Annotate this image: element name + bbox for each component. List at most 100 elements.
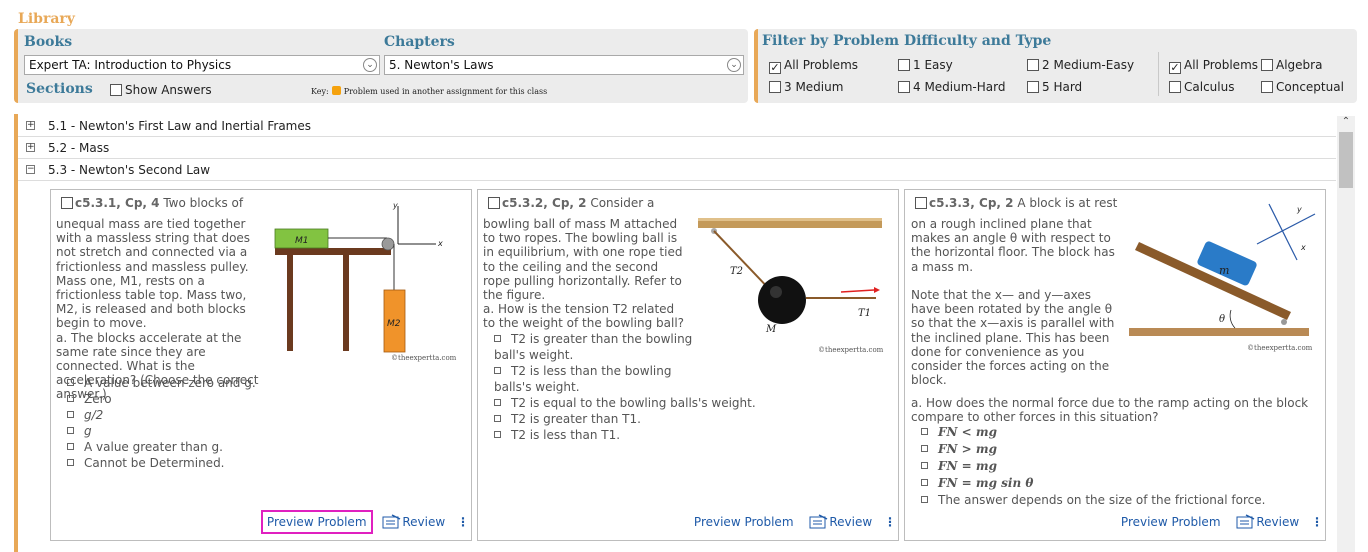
problem-question: a. How is the tension T2 related to the … — [483, 302, 685, 331]
answer-choices: FN < mg FN > mg FN = mg FN = mg sin θ Th… — [921, 424, 1265, 509]
choice-text: FN < mg — [938, 425, 997, 439]
answer-choice[interactable]: T2 is equal to the bowling balls's weigh… — [494, 395, 756, 411]
problem-select-checkbox[interactable] — [915, 197, 927, 209]
answer-choice[interactable]: A value between zero and g. — [67, 375, 256, 391]
review-link[interactable]: Review — [382, 514, 449, 529]
answer-choice[interactable]: T2 is greater than T1. — [494, 411, 754, 427]
filter-heading: Filter by Problem Difficulty and Type — [762, 33, 1052, 49]
show-answers-toggle[interactable]: Show Answers — [110, 83, 212, 97]
books-select-value: Expert TA: Introduction to Physics — [29, 58, 232, 72]
checkbox[interactable] — [1261, 81, 1273, 93]
filter-difficulty-all[interactable]: ✓ All Problems — [769, 58, 858, 74]
answer-choice[interactable]: A value greater than g. — [67, 439, 256, 455]
choice-text: T2 is less than the bowling balls's weig… — [494, 364, 672, 394]
checkbox-checked[interactable]: ✓ — [769, 62, 781, 74]
filter-difficulty-5[interactable]: 5 Hard — [1027, 80, 1082, 94]
review-link[interactable]: Review — [809, 514, 876, 529]
checkbox[interactable] — [1169, 81, 1181, 93]
filter-difficulty-4[interactable]: 4 Medium-Hard — [898, 80, 1005, 94]
problem-body-text: on a rough inclined plane that makes an … — [911, 217, 1115, 274]
preview-problem-link[interactable]: Preview Problem — [1121, 515, 1221, 529]
checkbox-checked[interactable]: ✓ — [1169, 62, 1181, 74]
answer-choice[interactable]: T2 is less than the bowling balls's weig… — [494, 363, 694, 395]
problem-card: c5.3.2, Cp, 2 Consider a bowling ball of… — [477, 189, 899, 541]
filter-difficulty-1[interactable]: 1 Easy — [898, 58, 953, 72]
review-link[interactable]: Review — [1236, 514, 1303, 529]
problem-intro: c5.3.2, Cp, 2 Consider a — [488, 196, 688, 210]
expand-icon[interactable]: + — [26, 143, 35, 152]
checkbox[interactable] — [1027, 81, 1039, 93]
problem-select-checkbox[interactable] — [488, 197, 500, 209]
problem-id: c5.3.1, Cp, 4 — [75, 196, 160, 210]
review-label: Review — [1256, 515, 1300, 529]
choice-text: T2 is equal to the bowling balls's weigh… — [511, 396, 756, 410]
problem-body-text: unequal mass are tied together with a ma… — [56, 217, 251, 331]
choice-text: Zero — [84, 392, 112, 406]
option-label: Algebra — [1276, 58, 1323, 72]
filter-type-conceptual[interactable]: Conceptual — [1261, 80, 1344, 94]
figure-y-label: y — [1296, 205, 1302, 214]
books-select[interactable]: Expert TA: Introduction to Physics ⌄ — [24, 55, 380, 75]
collapse-icon[interactable]: − — [26, 165, 35, 174]
answer-choice[interactable]: FN > mg — [921, 441, 1265, 458]
section-row[interactable]: + 5.1 - Newton's First Law and Inertial … — [18, 115, 1336, 137]
answer-choice[interactable]: g/2 — [67, 407, 256, 423]
choice-text: g — [84, 424, 92, 438]
figure-x-label: x — [1300, 243, 1306, 252]
answer-choice[interactable]: T2 is less than T1. — [494, 427, 754, 443]
checkbox[interactable] — [1027, 59, 1039, 71]
answer-choice[interactable]: g — [67, 423, 256, 439]
answer-choice[interactable]: Cannot be Determined. — [67, 455, 256, 471]
choice-text: FN = mg sin θ — [938, 476, 1034, 490]
show-answers-checkbox[interactable] — [110, 84, 122, 96]
checkbox[interactable] — [898, 81, 910, 93]
section-row[interactable]: − 5.3 - Newton's Second Law — [18, 159, 1336, 181]
option-label: Calculus — [1184, 80, 1235, 94]
scroll-up-icon[interactable]: ⌃ — [1337, 116, 1355, 130]
card-actions: Preview Problem Review ⋮ — [694, 513, 896, 535]
books-heading: Books — [24, 34, 73, 50]
chapters-select-value: 5. Newton's Laws — [389, 58, 494, 72]
choice-text: The answer depends on the size of the fr… — [938, 493, 1266, 507]
checkbox[interactable] — [769, 81, 781, 93]
more-options-icon[interactable]: ⋮ — [1311, 515, 1323, 529]
answer-choices: T2 is greater than the bowling ball's we… — [494, 331, 756, 443]
answer-choice[interactable]: FN < mg — [921, 424, 1265, 441]
filter-type-calculus[interactable]: Calculus — [1169, 80, 1234, 94]
answer-choice[interactable]: Zero — [67, 391, 256, 407]
review-icon — [1236, 514, 1255, 529]
answer-choice[interactable]: FN = mg sin θ — [921, 475, 1265, 492]
checkbox[interactable] — [898, 59, 910, 71]
vertical-scrollbar[interactable]: ⌃ — [1337, 116, 1355, 552]
filter-difficulty-3[interactable]: 3 Medium — [769, 80, 843, 94]
copyright-text: ©theexpertta.com — [1247, 344, 1313, 352]
expand-icon[interactable]: + — [26, 121, 35, 130]
preview-problem-link[interactable]: Preview Problem — [694, 515, 794, 529]
answer-choice[interactable]: The answer depends on the size of the fr… — [921, 492, 1265, 509]
option-label: Conceptual — [1276, 80, 1344, 94]
checkbox[interactable] — [1261, 59, 1273, 71]
chapters-heading: Chapters — [384, 34, 455, 50]
bowling-ball-figure: T2 T1 M — [698, 218, 882, 335]
library-title: Library — [18, 11, 75, 27]
card-actions: Preview Problem Review ⋮ — [260, 510, 469, 535]
filter-type-algebra[interactable]: Algebra — [1261, 58, 1322, 72]
answer-choice[interactable]: T2 is greater than the bowling ball's we… — [494, 331, 694, 363]
section-row[interactable]: + 5.2 - Mass — [18, 137, 1336, 159]
option-label: 2 Medium-Easy — [1042, 58, 1135, 72]
filter-divider — [1158, 52, 1159, 96]
answer-choice[interactable]: FN = mg — [921, 458, 1265, 475]
chapters-select[interactable]: 5. Newton's Laws ⌄ — [384, 55, 744, 75]
scrollbar-thumb[interactable] — [1339, 132, 1353, 188]
more-options-icon[interactable]: ⋮ — [457, 515, 469, 529]
key-color-swatch — [331, 86, 341, 95]
choice-text: A value greater than g. — [84, 440, 223, 454]
problem-select-checkbox[interactable] — [61, 197, 73, 209]
choice-text: g/2 — [84, 408, 104, 422]
more-options-icon[interactable]: ⋮ — [884, 515, 896, 529]
figure-mass-label: m — [1219, 264, 1229, 277]
figure-m1-label: M1 — [295, 236, 309, 246]
filter-difficulty-2[interactable]: 2 Medium-Easy — [1027, 58, 1134, 72]
preview-problem-link[interactable]: Preview Problem — [260, 510, 373, 534]
filter-type-all[interactable]: ✓ All Problems — [1169, 58, 1258, 74]
